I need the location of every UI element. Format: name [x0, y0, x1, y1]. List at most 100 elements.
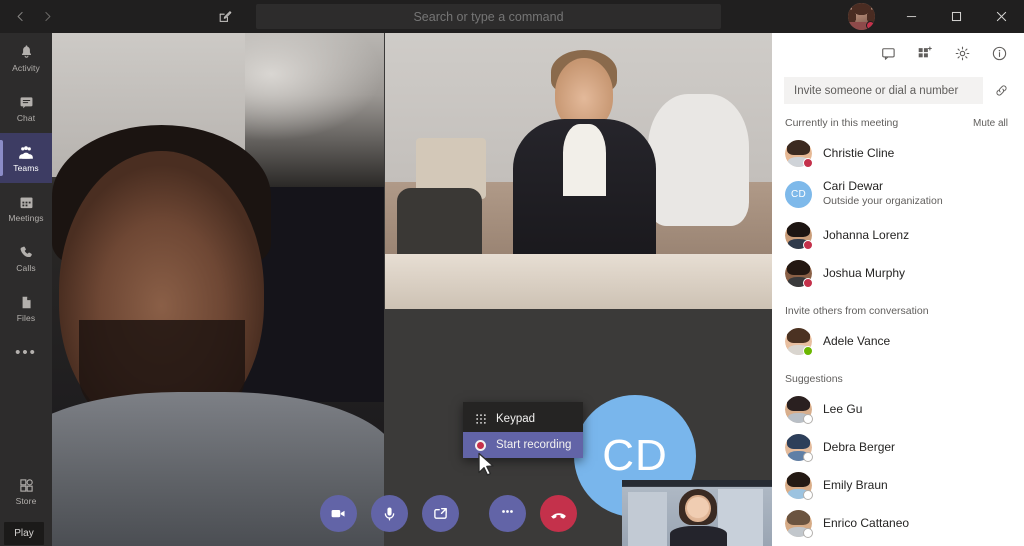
- self-view-pip[interactable]: [622, 480, 772, 546]
- window-controls: [848, 0, 1024, 33]
- video-background-chair: [648, 93, 749, 227]
- sidebar-item-meetings[interactable]: Meetings: [0, 183, 52, 233]
- list-item-text: Adele Vance: [823, 334, 890, 349]
- list-item-text: Emily Braun: [823, 478, 888, 493]
- hangup-button[interactable]: [540, 495, 577, 532]
- share-screen-button[interactable]: [422, 495, 459, 532]
- avatar-hair: [787, 139, 810, 156]
- main-body: Activity Chat Teams Meetings Calls Files…: [0, 33, 1024, 546]
- avatar: [785, 433, 813, 462]
- sidebar-item-label: Meetings: [8, 212, 44, 223]
- list-item[interactable]: Debra Berger: [772, 428, 1024, 466]
- section-title: Suggestions: [785, 373, 843, 385]
- list-item[interactable]: Adele Vance: [772, 322, 1024, 360]
- teams-icon: [17, 144, 35, 162]
- ellipsis-icon: [502, 509, 513, 513]
- list-item-text: Lee Gu: [823, 402, 862, 417]
- person-name: Joshua Murphy: [823, 265, 906, 280]
- people-icon[interactable]: [916, 44, 934, 62]
- avatar-hair: [787, 327, 810, 344]
- video-person-shirt: [563, 124, 606, 196]
- forward-button[interactable]: [35, 4, 60, 30]
- list-item[interactable]: Joshua Murphy: [772, 254, 1024, 292]
- microphone-icon: [384, 507, 395, 521]
- list-item[interactable]: Johanna Lorenz: [772, 216, 1024, 254]
- avatar-initials: CD: [785, 180, 812, 208]
- minimize-button[interactable]: [889, 0, 934, 33]
- presence-badge-offline: [803, 527, 813, 538]
- avatar: [785, 327, 813, 356]
- sidebar-item-teams[interactable]: Teams: [0, 133, 52, 183]
- sidebar-more-button[interactable]: •••: [0, 333, 52, 371]
- list-item-text: Christie Cline: [823, 146, 894, 161]
- participant-video-secondary[interactable]: [385, 33, 772, 309]
- back-button[interactable]: [8, 4, 33, 30]
- sidebar-item-activity[interactable]: Activity: [0, 33, 52, 83]
- close-button[interactable]: [979, 0, 1024, 33]
- avatar-hair: [787, 471, 810, 488]
- more-options-button[interactable]: [489, 495, 526, 532]
- chat-icon: [17, 94, 35, 112]
- presence-badge-offline: [803, 451, 813, 462]
- menu-item-keypad[interactable]: Keypad: [463, 406, 583, 432]
- keypad-icon: [474, 413, 487, 426]
- avatar-hair: [787, 259, 810, 276]
- gear-icon[interactable]: [953, 44, 971, 62]
- avatar-hair: [787, 433, 810, 450]
- mute-all-button[interactable]: Mute all: [973, 118, 1008, 129]
- presence-badge-busy: [866, 21, 875, 30]
- camera-button[interactable]: [320, 495, 357, 532]
- store-icon: [17, 477, 35, 495]
- maximize-icon: [951, 11, 962, 22]
- presence-badge-busy: [803, 239, 813, 250]
- avatar: [785, 139, 813, 168]
- call-controls: [320, 495, 577, 532]
- section-title: Currently in this meeting: [785, 117, 899, 129]
- phone-icon: [17, 244, 35, 262]
- list-item-text: Debra Berger: [823, 440, 895, 455]
- microphone-button[interactable]: [371, 495, 408, 532]
- sidebar-item-label: Files: [16, 312, 36, 323]
- person-name: Debra Berger: [823, 439, 896, 454]
- presence-badge-busy: [803, 277, 813, 288]
- presence-badge-offline: [803, 489, 813, 500]
- participant-video-main[interactable]: [52, 33, 384, 546]
- sidebar-item-label: Teams: [13, 162, 39, 173]
- maximize-button[interactable]: [934, 0, 979, 33]
- share-screen-icon: [434, 507, 447, 519]
- list-item[interactable]: CD Cari Dewar Outside your organization: [772, 172, 1024, 216]
- list-item[interactable]: Christie Cline: [772, 134, 1024, 172]
- list-item-text: Cari Dewar Outside your organization: [823, 179, 943, 208]
- search-input[interactable]: [256, 4, 721, 29]
- meeting-people-panel: Currently in this meeting Mute all Chris…: [772, 33, 1024, 546]
- more-options-context-menu: Keypad Start recording: [463, 402, 583, 458]
- avatar: [785, 221, 813, 250]
- panel-header-icons: [772, 33, 1024, 73]
- chevron-left-icon: [17, 11, 23, 22]
- section-header-suggestions: Suggestions: [772, 360, 1024, 390]
- sidebar-item-files[interactable]: Files: [0, 283, 52, 333]
- info-icon[interactable]: [990, 44, 1008, 62]
- teams-meeting-window: Activity Chat: [0, 0, 1024, 546]
- list-item[interactable]: Lee Gu: [772, 390, 1024, 428]
- sidebar-item-chat[interactable]: Chat: [0, 83, 52, 133]
- menu-item-start-recording[interactable]: Start recording: [463, 432, 583, 458]
- user-avatar[interactable]: [848, 3, 875, 30]
- person-name: Johanna Lorenz: [823, 227, 910, 242]
- invite-input[interactable]: [784, 77, 983, 104]
- video-feed: [52, 33, 384, 546]
- pip-person-face: [686, 497, 709, 519]
- list-item[interactable]: Emily Braun: [772, 466, 1024, 504]
- minimize-icon: [906, 16, 917, 18]
- sidebar-item-calls[interactable]: Calls: [0, 233, 52, 283]
- record-icon: [474, 439, 487, 452]
- sidebar-item-store[interactable]: Store: [0, 466, 52, 516]
- person-name: Adele Vance: [823, 333, 891, 348]
- list-item[interactable]: Enrico Cattaneo: [772, 504, 1024, 542]
- chat-icon[interactable]: [879, 44, 897, 62]
- play-button[interactable]: Play: [4, 522, 44, 545]
- nav-arrows: [0, 4, 60, 30]
- section-header-invite-others: Invite others from conversation: [772, 292, 1024, 322]
- link-icon[interactable]: [993, 83, 1010, 98]
- compose-button[interactable]: [212, 4, 238, 30]
